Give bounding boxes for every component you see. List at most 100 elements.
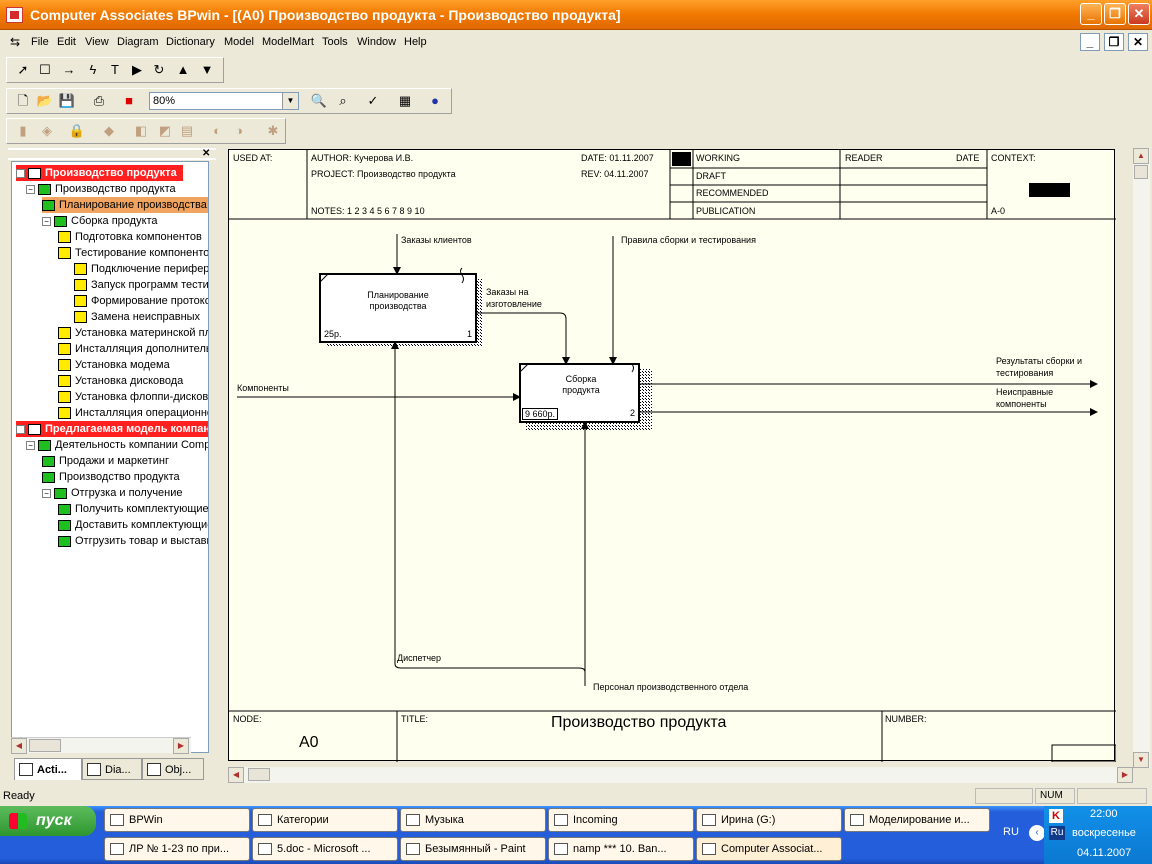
minimize-button[interactable]: _ [1080, 3, 1102, 25]
arrow-label-defective[interactable]: Неисправные компоненты [996, 386, 1076, 410]
collapse-toggle-icon[interactable]: − [42, 216, 51, 226]
task-word-5doc[interactable]: 5.doc - Microsoft ... [252, 837, 398, 861]
idef0-diagram[interactable]: USED AT: AUTHOR: Кучерова И.В. PROJECT: … [228, 149, 1116, 762]
squiggle-tool-icon[interactable]: ϟ [83, 60, 103, 80]
font-color-icon[interactable]: ■ [119, 91, 139, 111]
task-categories[interactable]: Категории [252, 808, 398, 832]
arrow-label-staff[interactable]: Персонал производственного отдела [593, 682, 748, 692]
task-bpwin[interactable]: Computer Associat... [696, 837, 842, 861]
menu-window[interactable]: Window [357, 36, 396, 48]
collapse-toggle-icon[interactable]: − [16, 424, 25, 434]
tree-item[interactable]: − Предлагаемая модель компании [16, 421, 208, 437]
print-icon[interactable]: ⎙ [89, 91, 109, 111]
go-child-icon[interactable]: ▶ [127, 60, 147, 80]
tree-item[interactable]: Продажи и маркетинг [42, 453, 169, 469]
scroll-thumb[interactable] [29, 739, 61, 752]
pane-close-icon[interactable]: ✕ [202, 148, 210, 159]
kaspersky-icon[interactable]: K [1049, 809, 1063, 823]
menu-help[interactable]: Help [404, 36, 427, 48]
mdi-minimize-button[interactable]: _ [1080, 33, 1100, 51]
arrow-label-prod-orders[interactable]: Заказы на изготовление [486, 286, 558, 310]
scroll-right-icon[interactable]: ▶ [173, 738, 189, 754]
arrow-label-rules[interactable]: Правила сборки и тестирования [621, 235, 756, 245]
tree-item[interactable]: Подключение периферии [74, 261, 208, 277]
model-explorer-icon[interactable]: ▦ [395, 91, 415, 111]
document-icon[interactable]: ⇆ [10, 35, 20, 49]
tree-item[interactable]: Запуск программ тестирования [74, 277, 208, 293]
scroll-down-icon[interactable]: ▼ [1133, 752, 1149, 768]
task-winamp[interactable]: namp *** 10. Ban... [548, 837, 694, 861]
pointer-icon[interactable]: ➚ [13, 60, 33, 80]
arrow-tool-icon[interactable]: → [59, 60, 79, 80]
scroll-left-icon[interactable]: ◀ [11, 738, 27, 754]
task-bpwin-folder[interactable]: BPWin [104, 808, 250, 832]
diagram-hscroll[interactable]: ◀ ▶ [228, 767, 1133, 783]
zoom-icon[interactable]: 🔍 [309, 91, 329, 111]
rotate-icon[interactable]: ↻ [149, 60, 169, 80]
task-drive-g[interactable]: Ирина (G:) [696, 808, 842, 832]
keyboard-layout-icon[interactable]: Ru [1049, 826, 1065, 840]
up-level-icon[interactable]: ▲ [173, 60, 193, 80]
scroll-thumb[interactable] [1134, 165, 1148, 179]
tree-item[interactable]: Доставить комплектующие [58, 517, 208, 533]
bpwin-app-icon[interactable] [6, 7, 23, 23]
tree-item[interactable]: Инсталляция операционной [58, 405, 208, 421]
task-incoming[interactable]: Incoming [548, 808, 694, 832]
open-icon[interactable]: 📂 [35, 91, 55, 111]
down-level-icon[interactable]: ▼ [197, 60, 217, 80]
tree-item[interactable]: Установка флоппи-дисковода [58, 389, 208, 405]
task-paint[interactable]: Безымянный - Paint [400, 837, 546, 861]
task-word-modeling[interactable]: Моделирование и... [844, 808, 990, 832]
scroll-left-icon[interactable]: ◀ [228, 767, 244, 783]
box-planning[interactable]: Планирование производства [353, 290, 443, 312]
menu-dictionary[interactable]: Dictionary [166, 36, 215, 48]
spell-check-icon[interactable]: ✓ [363, 91, 383, 111]
tree-item[interactable]: − Сборка продукта [42, 213, 158, 229]
collapse-toggle-icon[interactable]: − [42, 488, 51, 498]
modelmart-icon[interactable]: ● [425, 91, 445, 111]
scroll-thumb[interactable] [248, 768, 270, 781]
tree-item[interactable]: Подготовка компонентов [58, 229, 202, 245]
tree-item[interactable]: − Деятельность компании Computer [26, 437, 208, 453]
zoom-fit-icon[interactable]: ⌕ [333, 91, 353, 111]
chevron-down-icon[interactable]: ▼ [282, 93, 298, 109]
menu-modelmart[interactable]: ModelMart [262, 36, 314, 48]
collapse-toggle-icon[interactable]: − [16, 168, 25, 178]
close-button[interactable]: ✕ [1128, 3, 1150, 25]
task-music[interactable]: Музыка [400, 808, 546, 832]
tree-item[interactable]: Установка дисковода [58, 373, 183, 389]
tree-item[interactable]: − Производство продукта [16, 165, 183, 181]
task-word-lab[interactable]: ЛР № 1-23 по при... [104, 837, 250, 861]
mdi-restore-button[interactable]: ❐ [1104, 33, 1124, 51]
scroll-right-icon[interactable]: ▶ [1117, 767, 1133, 783]
box-tool-icon[interactable]: ☐ [35, 60, 55, 80]
menu-view[interactable]: View [85, 36, 109, 48]
menu-model[interactable]: Model [224, 36, 254, 48]
tray-expand-icon[interactable]: ‹ [1029, 825, 1045, 841]
clock-time[interactable]: 22:00 [1090, 808, 1118, 820]
tree-hscroll[interactable]: ◀ ▶ [11, 737, 191, 754]
tree-item[interactable]: Замена неисправных [74, 309, 200, 325]
menu-edit[interactable]: Edit [57, 36, 76, 48]
arrow-label-components[interactable]: Компоненты [237, 383, 289, 393]
tree-item[interactable]: Получить комплектующие [58, 501, 208, 517]
zoom-select[interactable]: 80% ▼ [149, 92, 299, 110]
save-icon[interactable]: 💾 [57, 91, 77, 111]
new-icon[interactable]: 🗋 [13, 91, 33, 111]
tree-item[interactable]: Установка материнской платы [58, 325, 208, 341]
box-assembly[interactable]: Сборка продукта [551, 374, 611, 396]
menu-tools[interactable]: Tools [322, 36, 348, 48]
collapse-toggle-icon[interactable]: − [26, 440, 35, 450]
tree-item[interactable]: Отгрузить товар и выставить [58, 533, 208, 549]
text-tool-icon[interactable]: T [105, 60, 125, 80]
pane-grip[interactable] [8, 148, 216, 160]
arrow-label-dispatcher[interactable]: Диспетчер [397, 653, 441, 663]
arrow-label-orders[interactable]: Заказы клиентов [401, 235, 472, 245]
arrow-label-results[interactable]: Результаты сборки и тестирования [996, 355, 1106, 379]
tab-diagrams[interactable]: Dia... [82, 758, 142, 780]
tree-item[interactable]: Формирование протокола [74, 293, 208, 309]
tree-item[interactable]: − Отгрузка и получение [42, 485, 183, 501]
maximize-button[interactable]: ❐ [1104, 3, 1126, 25]
menu-file[interactable]: File [31, 36, 49, 48]
tree-item[interactable]: Установка модема [58, 357, 170, 373]
